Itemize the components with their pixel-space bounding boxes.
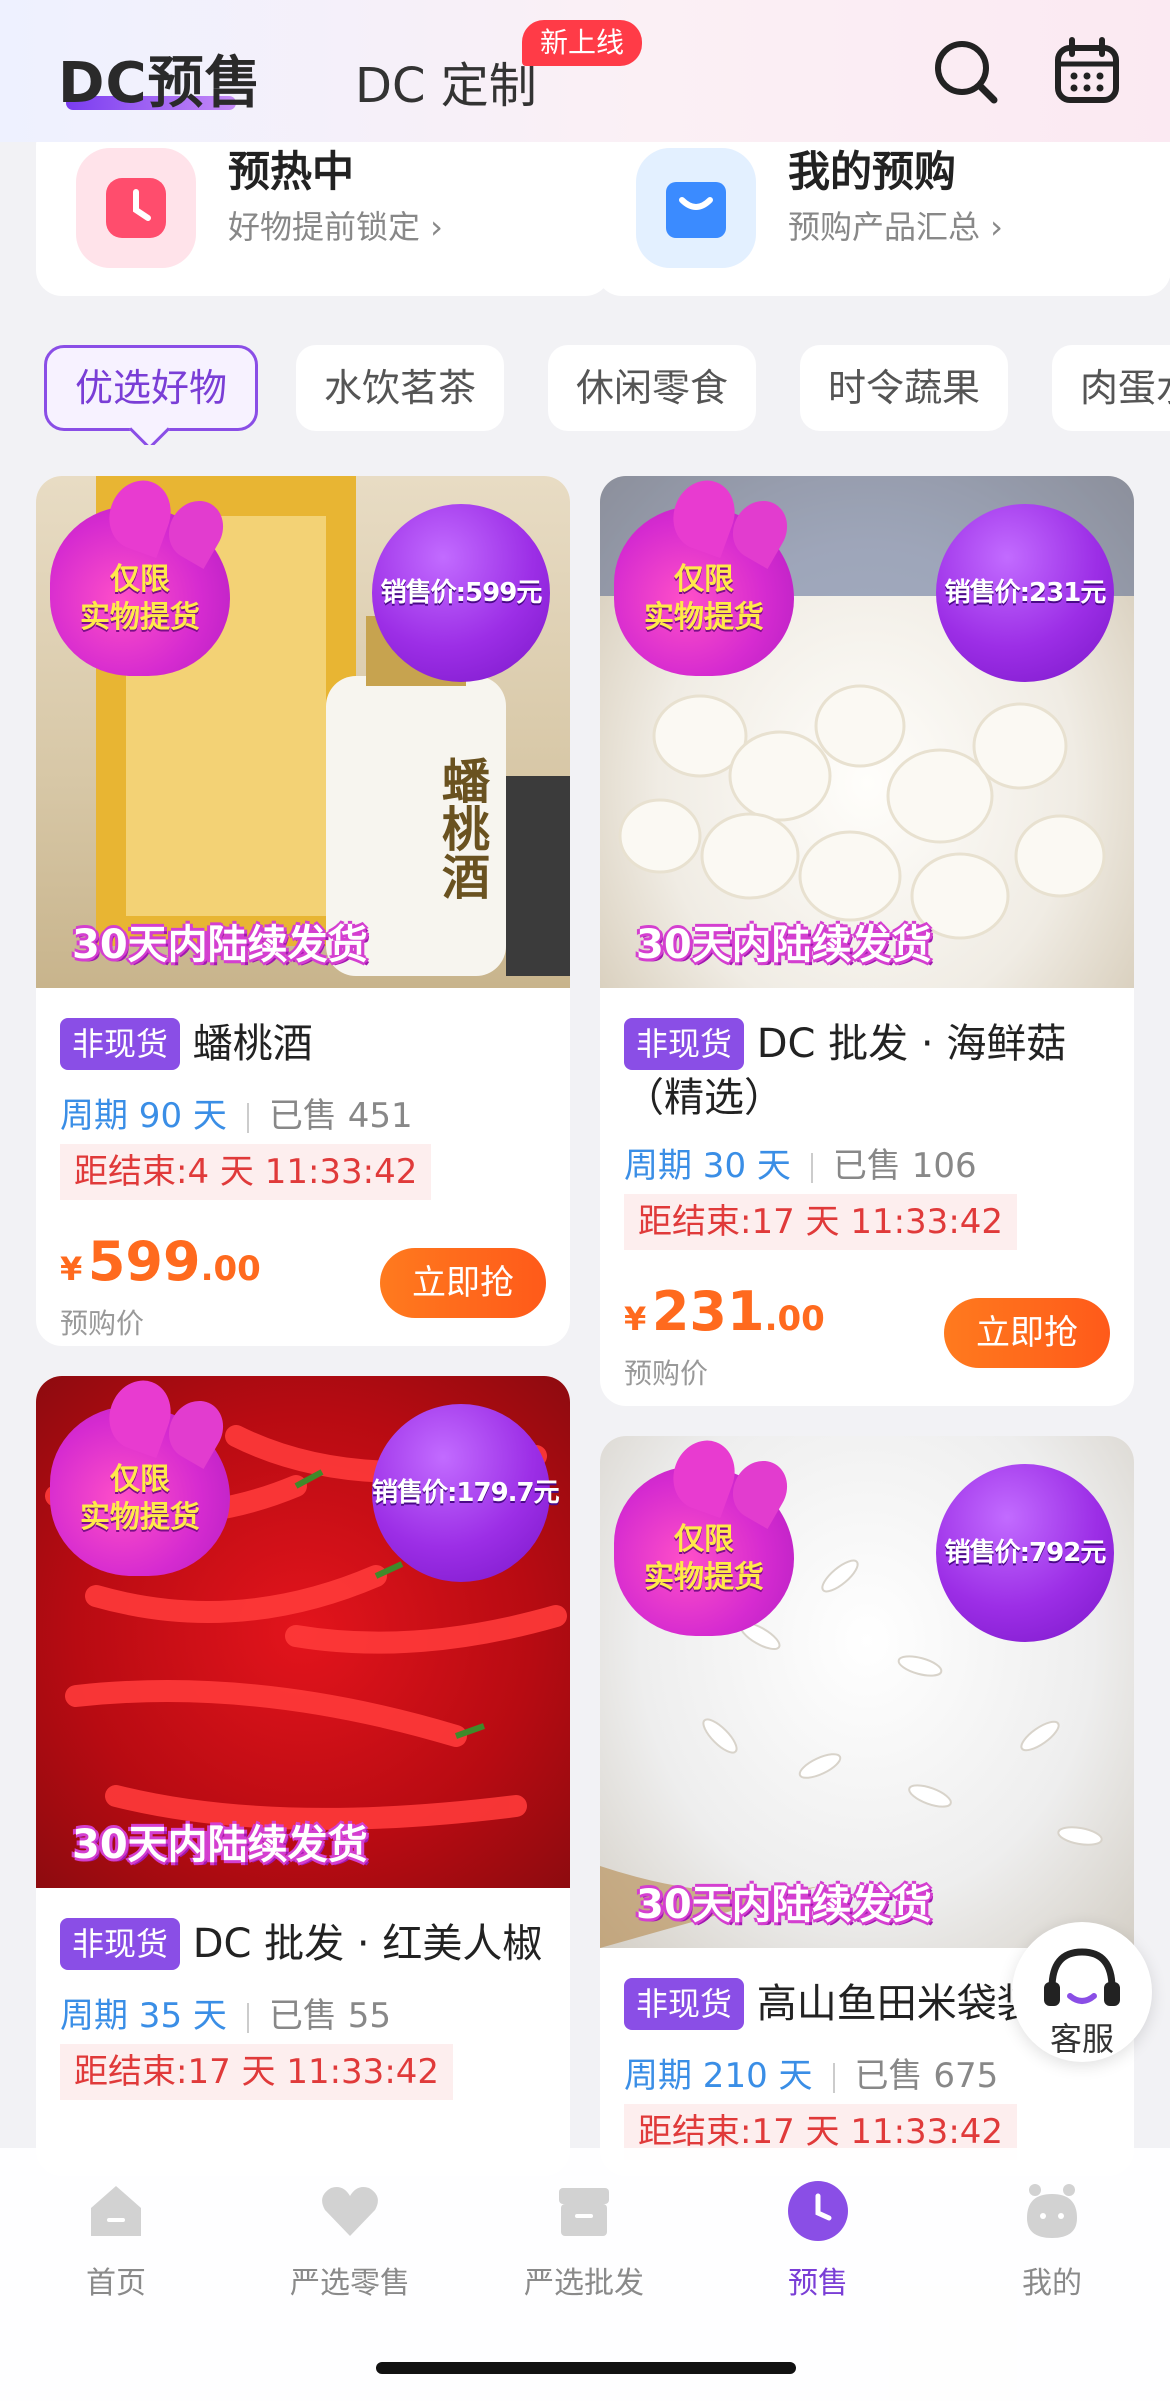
tab-custom[interactable]: DC 定制 — [355, 46, 537, 116]
preheat-subtitle: 好物提前锁定 › — [228, 208, 443, 246]
period-text: 周期 30 天 — [624, 1146, 791, 1186]
my-preorder-card[interactable]: 我的预购 预购产品汇总 › — [596, 120, 1170, 296]
sale-price-bubble: 销售价:231元 — [936, 504, 1114, 682]
product-meta: 周期 90 天 已售 451 — [60, 1088, 413, 1137]
non-stock-tag: 非现货 — [624, 1978, 745, 2030]
product-card[interactable]: 蟠桃酒 仅限 实物提货 销售价:599元 30天内陆续发货 非现货 蟠桃酒 周期 … — [36, 476, 570, 1346]
sold-text: 已售 675 — [854, 2056, 999, 2096]
my-preorder-subtitle: 预购产品汇总 › — [788, 208, 1003, 246]
shipping-banner: 30天内陆续发货 — [636, 922, 932, 968]
sold-text: 已售 106 — [832, 1146, 977, 1186]
countdown: 距结束:4 天 11:33:42 — [60, 1144, 432, 1200]
nav-home[interactable]: 首页 — [16, 2178, 216, 2302]
new-badge: 新上线 — [522, 20, 643, 66]
nav-retail[interactable]: 严选零售 — [250, 2178, 450, 2302]
price-label: 预购价 — [60, 1307, 145, 1340]
physical-pickup-badge: 仅限 实物提货 — [50, 1406, 230, 1576]
customer-service-button[interactable]: 客服 — [1012, 1922, 1152, 2062]
calendar-icon[interactable] — [1052, 36, 1122, 106]
nav-label: 首页 — [86, 2266, 146, 2301]
non-stock-tag: 非现货 — [624, 1018, 745, 1070]
category-tab[interactable]: 时令蔬果 — [800, 345, 1009, 431]
buy-now-button[interactable]: 立即抢 — [944, 1298, 1110, 1368]
countdown: 距结束:17 天 11:33:42 — [60, 2044, 454, 2100]
product-card[interactable]: 仅限 实物提货 销售价:231元 30天内陆续发货 非现货 DC 批发 · 海鲜菇… — [600, 476, 1134, 1406]
presale-price: ¥ 599.00 — [60, 1230, 261, 1293]
countdown: 距结束:17 天 11:33:42 — [624, 1194, 1018, 1250]
product-name: 非现货 蟠桃酒 — [60, 1016, 550, 1070]
price-label: 预购价 — [624, 1357, 709, 1390]
store-icon — [559, 2188, 609, 2236]
product-image: 仅限 实物提货 销售价:792元 30天内陆续发货 — [600, 1436, 1134, 1948]
heart-icon — [322, 2187, 378, 2236]
category-tab[interactable]: 水饮茗茶 — [296, 345, 505, 431]
shipping-banner: 30天内陆续发货 — [72, 922, 368, 968]
clock-icon — [76, 148, 196, 268]
category-tab[interactable]: 肉蛋水 — [1052, 345, 1170, 431]
product-meta: 周期 30 天 已售 106 — [624, 1138, 977, 1187]
nav-label: 我的 — [1022, 2266, 1082, 2301]
nav-wholesale[interactable]: 严选批发 — [484, 2178, 684, 2302]
period-text: 周期 90 天 — [60, 1096, 227, 1136]
nav-label: 严选零售 — [290, 2266, 410, 2301]
tab-presale[interactable]: DC预售 — [58, 38, 262, 119]
nav-presale[interactable]: 预售 — [718, 2178, 918, 2302]
category-tabs: 优选好物 水饮茗茶 休闲零食 时令蔬果 肉蛋水 — [0, 345, 1170, 445]
product-meta: 周期 210 天 已售 675 — [624, 2048, 998, 2097]
product-card[interactable]: 仅限 实物提货 销售价:179.7元 30天内陆续发货 非现货 DC 批发 · 红… — [36, 1376, 570, 2176]
buy-now-button[interactable]: 立即抢 — [380, 1248, 546, 1318]
bottle-label: 蟠桃酒 — [433, 756, 489, 900]
non-stock-tag: 非现货 — [60, 1918, 181, 1970]
physical-pickup-badge: 仅限 实物提货 — [614, 1466, 794, 1636]
physical-pickup-badge: 仅限 实物提货 — [614, 506, 794, 676]
product-image: 仅限 实物提货 销售价:231元 30天内陆续发货 — [600, 476, 1134, 988]
preheat-card[interactable]: 预热中 好物提前锁定 › — [36, 120, 611, 296]
nav-label: 预售 — [788, 2266, 848, 2301]
category-tab[interactable]: 优选好物 — [44, 345, 259, 431]
sold-text: 已售 451 — [268, 1096, 413, 1136]
product-meta: 周期 35 天 已售 55 — [60, 1988, 391, 2037]
shipping-banner: 30天内陆续发货 — [72, 1822, 368, 1868]
home-indicator — [376, 2362, 796, 2374]
presale-price: ¥ 231.00 — [624, 1280, 825, 1343]
app-header: DC预售 DC 定制 新上线 — [0, 0, 1170, 142]
sale-price-bubble: 销售价:599元 — [372, 504, 550, 682]
search-icon[interactable] — [930, 36, 1000, 106]
physical-pickup-badge: 仅限 实物提货 — [50, 506, 230, 676]
product-image: 仅限 实物提货 销售价:179.7元 30天内陆续发货 — [36, 1376, 570, 1888]
my-preorder-title: 我的预购 — [788, 147, 957, 196]
service-label: 客服 — [1049, 2020, 1114, 2058]
product-name: 非现货 DC 批发 · 红美人椒 — [60, 1916, 550, 1970]
profile-icon — [1027, 2184, 1077, 2238]
period-text: 周期 210 天 — [624, 2056, 813, 2096]
product-image: 蟠桃酒 仅限 实物提货 销售价:599元 30天内陆续发货 — [36, 476, 570, 988]
preheat-title: 预热中 — [228, 147, 355, 196]
home-icon — [91, 2186, 141, 2236]
non-stock-tag: 非现货 — [60, 1018, 181, 1070]
nav-profile[interactable]: 我的 — [952, 2178, 1152, 2302]
sale-price-bubble: 销售价:792元 — [936, 1464, 1114, 1642]
shopping-bag-icon — [636, 148, 756, 268]
product-card[interactable]: 仅限 实物提货 销售价:792元 30天内陆续发货 非现货 高山鱼田米袋装 周期 … — [600, 1436, 1134, 2176]
nav-label: 严选批发 — [524, 2266, 644, 2301]
category-tab[interactable]: 休闲零食 — [548, 345, 757, 431]
product-name: 非现货 DC 批发 · 海鲜菇（精选） — [624, 1016, 1114, 1124]
clock-icon — [788, 2181, 848, 2241]
sale-price-bubble: 销售价:179.7元 — [372, 1404, 560, 1582]
sold-text: 已售 55 — [268, 1996, 391, 2036]
period-text: 周期 35 天 — [60, 1996, 227, 2036]
